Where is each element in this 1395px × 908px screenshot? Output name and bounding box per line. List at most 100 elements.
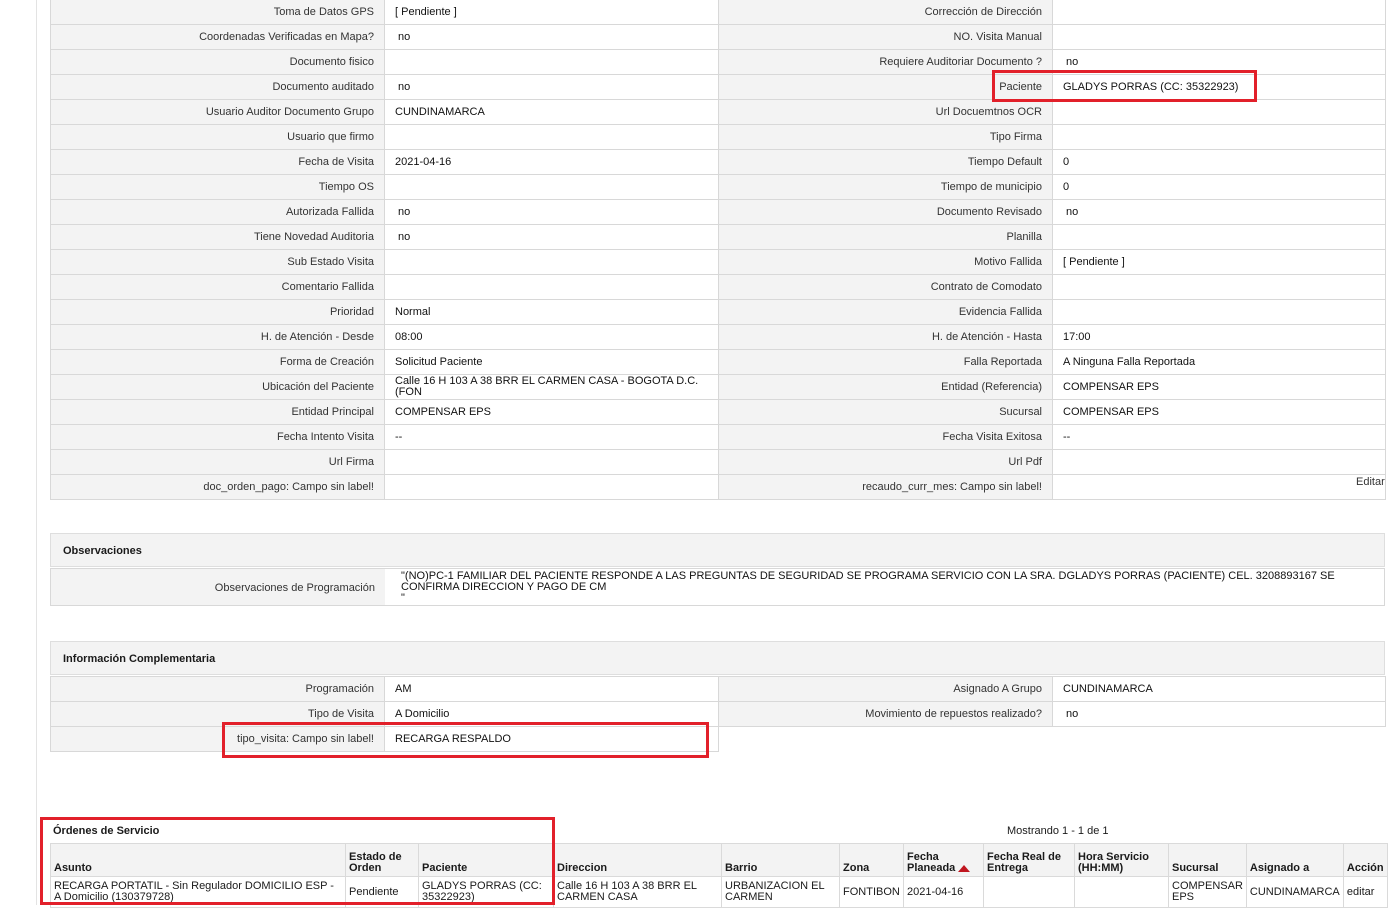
col-header-hora[interactable]: Hora Servicio (HH:MM) xyxy=(1074,843,1169,877)
cell-estado: Pendiente xyxy=(345,876,419,908)
observaciones-label: Observaciones de Programación xyxy=(51,569,385,605)
field-value: A Domicilio xyxy=(384,701,719,727)
field-value: Calle 16 H 103 A 38 BRR EL CARMEN CASA -… xyxy=(384,374,719,400)
col-header-asunto[interactable]: Asunto xyxy=(50,843,346,877)
page-left-border xyxy=(36,0,37,905)
empty-cell xyxy=(719,727,1053,752)
field-value: 0 xyxy=(1052,174,1386,200)
detail-row: Url Firma Url Pdf xyxy=(50,449,1386,475)
col-header-paciente[interactable]: Paciente xyxy=(418,843,554,877)
field-label: recaudo_curr_mes: Campo sin label! xyxy=(718,474,1053,500)
col-header-fecha-planeada-label: Fecha Planeada xyxy=(907,851,956,874)
detail-row: Entidad Principal COMPENSAR EPS Sucursal CO… xyxy=(50,399,1386,425)
field-value: [ Pendiente ] xyxy=(384,0,719,25)
cell-hora xyxy=(1074,876,1169,908)
field-label: H. de Atención - Hasta xyxy=(718,324,1053,350)
detail-row: H. de Atención - Desde 08:00 H. de Atenció… xyxy=(50,324,1386,350)
detail-row: Autorizada Fallida no Documento Revisado no xyxy=(50,199,1386,225)
col-header-fecha-real[interactable]: Fecha Real de Entrega xyxy=(983,843,1075,877)
field-value: no xyxy=(384,224,719,250)
detail-row: Fecha de Visita 2021-04-16 Tiempo Default 0 xyxy=(50,149,1386,175)
col-header-zona[interactable]: Zona xyxy=(839,843,904,877)
field-value: [ Pendiente ] xyxy=(1052,249,1386,275)
col-header-barrio[interactable]: Barrio xyxy=(721,843,840,877)
field-label: Fecha de Visita xyxy=(50,149,385,175)
col-header-direccion[interactable]: Direccion xyxy=(553,843,722,877)
field-value: Normal xyxy=(384,299,719,325)
cell-zona: FONTIBON xyxy=(839,876,904,908)
field-value: -- xyxy=(1052,424,1386,450)
field-label: Tipo de Visita xyxy=(50,701,385,727)
detail-row: Comentario Fallida Contrato de Comodato xyxy=(50,274,1386,300)
observaciones-row: Observaciones de Programación "(NO)PC-1 … xyxy=(50,568,1385,606)
field-value: CUNDINAMARCA xyxy=(1052,676,1386,702)
sort-ascending-icon[interactable] xyxy=(958,864,971,872)
field-label: Fecha Intento Visita xyxy=(50,424,385,450)
observaciones-header: Observaciones xyxy=(50,533,1385,567)
field-value: COMPENSAR EPS xyxy=(1052,374,1386,400)
field-value: 08:00 xyxy=(384,324,719,350)
cell-paciente: GLADYS PORRAS (CC: 35322923) xyxy=(418,876,554,908)
col-header-fecha-planeada[interactable]: Fecha Planeada xyxy=(903,843,984,877)
field-label: Planilla xyxy=(718,224,1053,250)
field-value xyxy=(1052,474,1386,500)
field-value xyxy=(1052,274,1386,300)
complementaria-row: Programación AM Asignado A Grupo CUNDINA… xyxy=(50,676,1386,702)
detail-row: Forma de Creación Solicitud Paciente Falla… xyxy=(50,349,1386,375)
field-label: tipo_visita: Campo sin label! xyxy=(50,726,385,752)
field-label: Paciente xyxy=(718,74,1053,100)
detail-row: Documento fisico Requiere Auditoriar Docu… xyxy=(50,49,1386,75)
field-label: doc_orden_pago: Campo sin label! xyxy=(50,474,385,500)
field-label: Tiempo OS xyxy=(50,174,385,200)
field-label: Documento fisico xyxy=(50,49,385,75)
detail-row: Toma de Datos GPS[ Pendiente ] Corrección… xyxy=(50,0,1386,25)
cell-asignado: CUNDINAMARCA xyxy=(1245,876,1344,908)
field-value: Solicitud Paciente xyxy=(384,349,719,375)
field-label: Ubicación del Paciente xyxy=(50,374,385,400)
field-value: no xyxy=(384,74,719,100)
field-value: no xyxy=(1052,199,1386,225)
field-value: CUNDINAMARCA xyxy=(384,99,719,125)
edit-row-link[interactable]: editar xyxy=(1342,876,1388,908)
field-value xyxy=(1052,224,1386,250)
cell-direccion: Calle 16 H 103 A 38 BRR EL CARMEN CASA xyxy=(553,876,722,908)
field-label: Entidad (Referencia) xyxy=(718,374,1053,400)
orders-table: Asunto Estado de Orden Paciente Direccio… xyxy=(50,843,1388,908)
field-label: Coordenadas Verificadas en Mapa? xyxy=(50,24,385,50)
detail-row: Tiempo OS Tiempo de municipio 0 xyxy=(50,174,1386,200)
cell-sucursal: COMPENSAR EPS xyxy=(1168,876,1247,908)
field-value xyxy=(384,174,719,200)
field-value xyxy=(384,449,719,475)
col-header-accion: Acción xyxy=(1342,843,1388,877)
field-value: A Ninguna Falla Reportada xyxy=(1052,349,1386,375)
complementaria-header: Información Complementaria xyxy=(50,641,1385,675)
field-value xyxy=(384,474,719,500)
field-label: Url Docuemtnos OCR xyxy=(718,99,1053,125)
field-value xyxy=(1052,449,1386,475)
col-header-estado[interactable]: Estado de Orden xyxy=(345,843,419,877)
edit-link[interactable]: Editar xyxy=(1356,476,1385,488)
detail-row: Usuario que firmo Tipo Firma xyxy=(50,124,1386,150)
field-value: RECARGA RESPALDO xyxy=(384,726,719,752)
field-value xyxy=(1052,99,1386,125)
visit-details-table: Toma de Datos GPS[ Pendiente ] Corrección… xyxy=(50,0,1386,500)
cell-asunto: RECARGA PORTATIL - Sin Regulador DOMICIL… xyxy=(50,876,346,908)
field-value: 2021-04-16 xyxy=(384,149,719,175)
cell-fecha-real xyxy=(983,876,1075,908)
field-value: no xyxy=(384,24,719,50)
field-label: Tipo Firma xyxy=(718,124,1053,150)
field-label: Asignado A Grupo xyxy=(718,676,1053,702)
field-label: Documento Revisado xyxy=(718,199,1053,225)
field-value: AM xyxy=(384,676,719,702)
orders-title: Órdenes de Servicio xyxy=(53,825,160,837)
field-label: Tiene Novedad Auditoria xyxy=(50,224,385,250)
field-value: no xyxy=(1052,49,1386,75)
field-label: Documento auditado xyxy=(50,74,385,100)
complementaria-row: Tipo de Visita A Domicilio Movimiento de… xyxy=(50,701,1386,727)
col-header-sucursal[interactable]: Sucursal xyxy=(1168,843,1247,877)
field-label: Url Firma xyxy=(50,449,385,475)
field-value: GLADYS PORRAS (CC: 35322923) xyxy=(1052,74,1386,100)
col-header-asignado[interactable]: Asignado a xyxy=(1245,843,1344,877)
detail-row: Documento auditado no Paciente GLADYS PORRA… xyxy=(50,74,1386,100)
field-value: no xyxy=(384,199,719,225)
